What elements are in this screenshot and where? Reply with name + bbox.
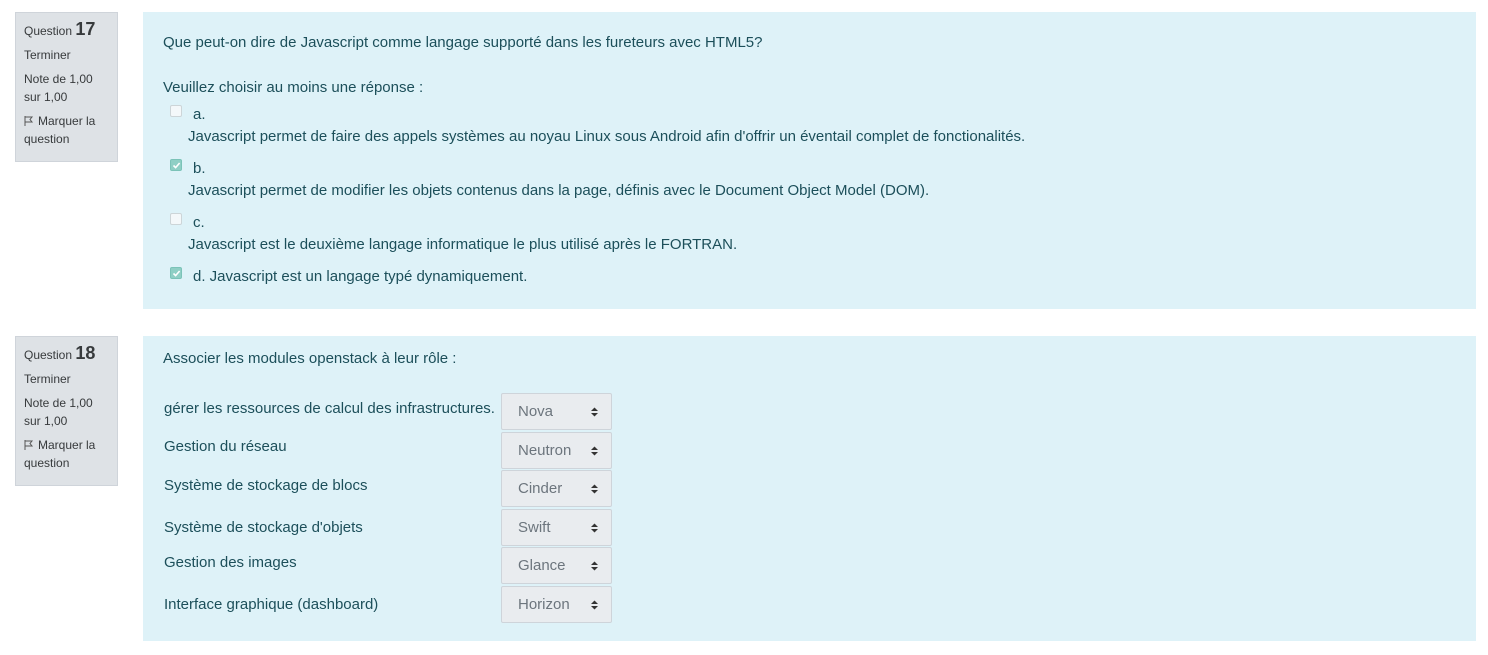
option-c-checkbox[interactable] [170,213,182,225]
select-arrows-icon [591,600,598,610]
match-row-label: Gestion du réseau [164,438,287,455]
match-select-block-storage[interactable]: Cinder [501,470,612,507]
match-select-dashboard[interactable]: Horizon [501,586,612,623]
option-b-letter: b. [193,160,206,177]
option-a-letter: a. [193,106,206,123]
question-18-content: Associer les modules openstack à leur rô… [143,336,1476,641]
match-row-label: Système de stockage de blocs [164,477,368,494]
question-18-info: Question 18 Terminer Note de 1,00 sur 1,0… [15,336,118,486]
select-value: Horizon [518,596,570,613]
select-value: Nova [518,403,554,420]
match-row-label: Gestion des images [164,554,297,571]
option-b-checkbox[interactable] [170,159,182,171]
select-arrows-icon [591,523,598,533]
option-a-checkbox[interactable] [170,105,182,117]
option-a-text: Javascript permet de faire des appels sy… [188,128,1026,145]
select-value: Swift [518,519,551,536]
match-select-images[interactable]: Glance [501,547,612,584]
select-arrows-icon [591,484,598,494]
option-c-text: Javascript est le deuxième langage infor… [188,236,738,253]
question-number-row: Question 18 [24,344,109,364]
match-row-label: Interface graphique (dashboard) [164,596,379,613]
match-row-label: gérer les ressources de calcul des infra… [164,400,495,417]
question-17-info: Question 17 Terminer Note de 1,00 sur 1,0… [15,12,118,162]
question-grade: Note de 1,00 sur 1,00 [24,396,93,428]
match-row-label: Système de stockage d'objets [164,519,363,536]
answer-prompt: Veuillez choisir au moins une réponse : [163,79,424,96]
check-icon [172,270,181,277]
flag-question-link[interactable]: Marquer la question [24,112,109,148]
select-arrows-icon [591,446,598,456]
select-value: Cinder [518,480,563,497]
question-number: 18 [75,343,96,363]
match-select-compute[interactable]: Nova [501,393,612,430]
select-value: Glance [518,557,566,574]
option-d-label: d. Javascript est un langage typé dynami… [193,268,528,285]
flag-question-link[interactable]: Marquer la question [24,436,109,472]
question-label: Question [24,24,73,38]
check-icon [172,162,181,169]
option-c-letter: c. [193,214,205,231]
question-state: Terminer [24,48,71,62]
question-label: Question [24,348,73,362]
select-arrows-icon [591,561,598,571]
question-text: Que peut-on dire de Javascript comme lan… [163,34,763,51]
question-state: Terminer [24,372,71,386]
question-text: Associer les modules openstack à leur rô… [163,350,457,367]
select-value: Neutron [518,442,572,459]
match-select-object-storage[interactable]: Swift [501,509,612,546]
match-select-network[interactable]: Neutron [501,432,612,469]
flag-icon [24,116,34,126]
flag-icon [24,440,34,450]
option-d-checkbox[interactable] [170,267,182,279]
question-grade: Note de 1,00 sur 1,00 [24,72,93,104]
option-b-text: Javascript permet de modifier les objets… [188,182,930,199]
select-arrows-icon [591,407,598,417]
question-17-content: Que peut-on dire de Javascript comme lan… [143,12,1476,309]
question-number-row: Question 17 [24,20,109,40]
question-number: 17 [75,19,96,39]
